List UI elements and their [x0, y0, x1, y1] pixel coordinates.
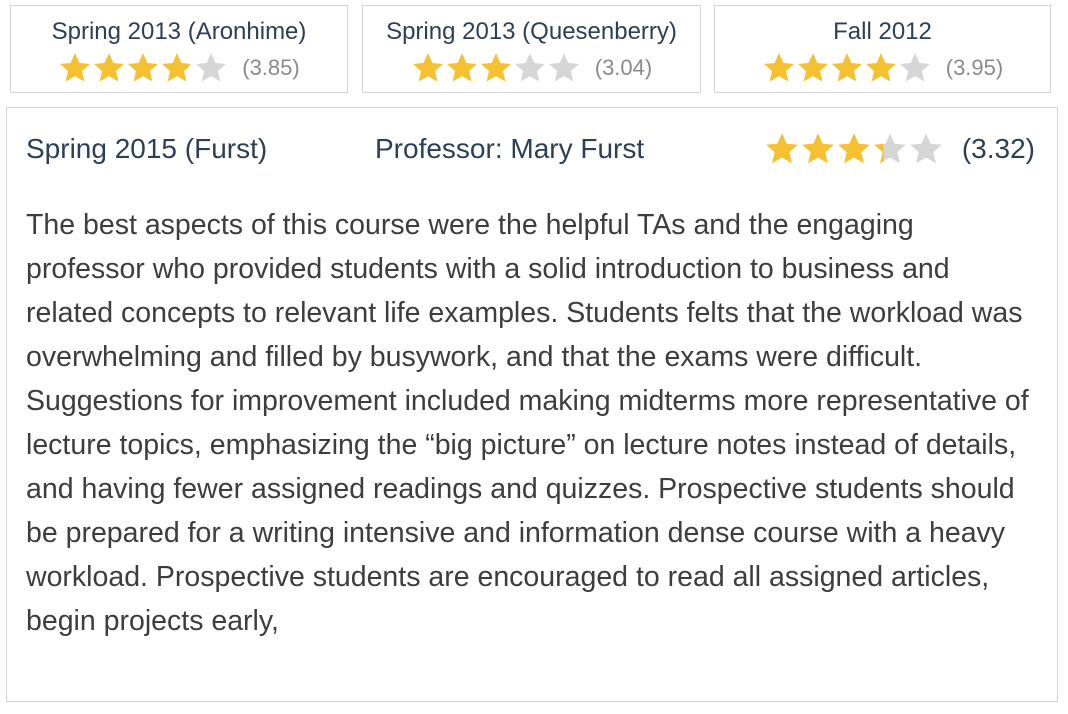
- star-icon: [796, 51, 830, 85]
- term-card-title: Spring 2013 (Aronhime): [51, 18, 307, 45]
- star-icon: [411, 51, 445, 85]
- rating-value: (3.85): [242, 55, 300, 80]
- star-icon: [92, 51, 126, 85]
- professor-name: Professor: Mary Furst: [375, 133, 645, 164]
- star-rating: [58, 51, 228, 85]
- star-icon: [872, 131, 908, 167]
- star-icon: [126, 51, 160, 85]
- star-rating: [764, 131, 944, 167]
- term-card-rating: (3.85): [11, 51, 347, 85]
- term-card-rating: (3.95): [715, 51, 1050, 85]
- star-rating: [411, 51, 581, 85]
- star-icon: [762, 51, 796, 85]
- star-icon: [764, 131, 800, 167]
- term-card-spring-2013-quesenberry[interactable]: Spring 2013 (Quesenberry) (3.04): [362, 5, 701, 93]
- rating-value: (3.95): [945, 55, 1004, 80]
- rating-value: (3.32): [961, 133, 1035, 164]
- review-rating: (3.32): [764, 131, 1035, 167]
- term-card-fall-2012[interactable]: Fall 2012 (3.95): [714, 5, 1051, 93]
- star-icon: [513, 51, 547, 85]
- star-icon: [908, 131, 944, 167]
- star-icon: [864, 51, 898, 85]
- term-card-title: Spring 2013 (Quesenberry): [386, 18, 677, 45]
- star-icon: [836, 131, 872, 167]
- star-icon: [800, 131, 836, 167]
- term-card-title: Fall 2012: [833, 18, 932, 45]
- rating-value: (3.04): [594, 55, 653, 80]
- review-summary-text: The best aspects of this course were the…: [26, 209, 1029, 637]
- star-icon: [898, 51, 932, 85]
- star-icon: [445, 51, 479, 85]
- star-icon: [160, 51, 194, 85]
- term-card-spring-2013-aronhime[interactable]: Spring 2013 (Aronhime) (3.85): [10, 5, 348, 93]
- term-card-rating: (3.04): [363, 51, 700, 85]
- star-icon: [479, 51, 513, 85]
- star-icon: [58, 51, 92, 85]
- course-review-panel: Spring 2015 (Furst) Professor: Mary Furs…: [6, 107, 1058, 702]
- review-term-title: Spring 2015 (Furst): [26, 133, 268, 164]
- star-icon: [547, 51, 581, 85]
- star-icon: [194, 51, 228, 85]
- star-rating: [762, 51, 932, 85]
- star-icon: [830, 51, 864, 85]
